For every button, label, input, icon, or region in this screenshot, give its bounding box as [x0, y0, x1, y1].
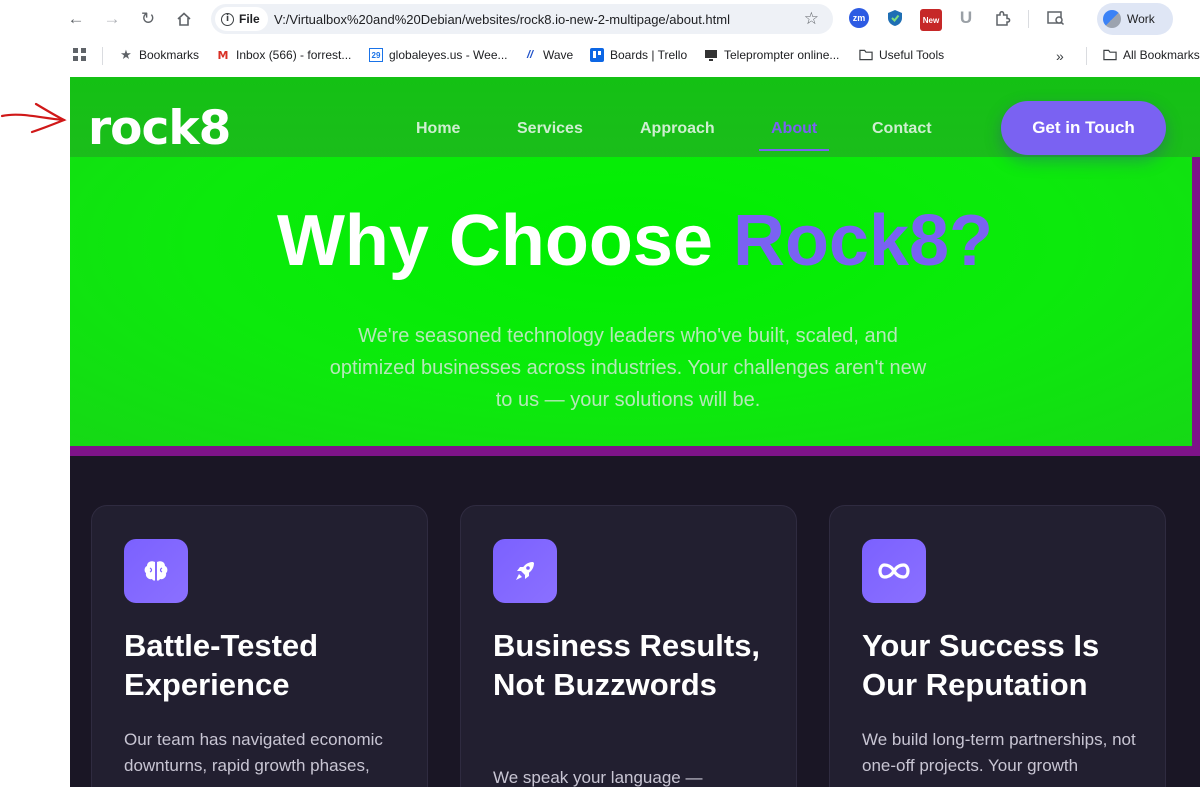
shield-extension-icon[interactable]: [885, 8, 905, 28]
bookmark-item[interactable]: // Wave: [523, 48, 573, 62]
reload-icon[interactable]: ↻: [135, 6, 161, 32]
nav-contact[interactable]: Contact: [872, 120, 932, 138]
folder-icon: [1103, 48, 1117, 62]
profile-label: Work: [1127, 12, 1155, 26]
nav-services[interactable]: Services: [517, 120, 583, 138]
hero-title: Why Choose Rock8?: [70, 205, 1200, 277]
infinity-icon: [862, 539, 926, 603]
bookmarks-divider: [1086, 47, 1087, 65]
hero-subtitle: We're seasoned technology leaders who've…: [329, 325, 927, 411]
rocket-icon: [493, 539, 557, 603]
site-chip-label: File: [239, 12, 260, 26]
profile-avatar: [1103, 10, 1121, 28]
home-icon[interactable]: [171, 6, 197, 32]
card-body: Our team has navigated economic downturn…: [124, 730, 383, 775]
site-header: rock8 Home Services Approach About Conta…: [70, 77, 1200, 157]
card-body: We build long-term partnerships, not one…: [862, 730, 1136, 775]
bookmark-label: Inbox (566) - forrest...: [236, 48, 352, 62]
tab-search-icon[interactable]: [1046, 8, 1066, 28]
nav-approach[interactable]: Approach: [640, 120, 715, 138]
all-bookmarks-button[interactable]: All Bookmarks: [1103, 48, 1200, 62]
nav-active-underline: [759, 149, 829, 151]
feature-card: Battle-Tested Experience Our team has na…: [91, 505, 428, 787]
bookmarks-divider: [102, 47, 103, 65]
bookmark-item[interactable]: 29 globaleyes.us - Wee...: [369, 48, 508, 62]
profile-button[interactable]: Work: [1097, 3, 1173, 35]
u-extension-icon[interactable]: U: [956, 8, 976, 28]
forward-icon[interactable]: →: [99, 6, 125, 32]
bookmark-item[interactable]: Useful Tools: [859, 48, 944, 62]
feature-card: Your Success Is Our Reputation We build …: [829, 505, 1166, 787]
hero-edge: [1192, 157, 1200, 447]
zoom-extension-label: zm: [852, 13, 866, 23]
bookmark-label: globaleyes.us - Wee...: [389, 48, 508, 62]
site-logo[interactable]: rock8: [88, 105, 231, 152]
zoom-extension-icon[interactable]: zm: [849, 8, 869, 28]
url-text[interactable]: V:/Virtualbox%20and%20Debian/websites/ro…: [274, 12, 730, 27]
folder-icon: [859, 48, 873, 62]
annotation-arrow-icon: [0, 102, 67, 134]
feature-card: Business Results, Not Buzzwords We speak…: [460, 505, 797, 787]
u-extension-label: U: [959, 8, 973, 27]
hero-title-accent: Rock8?: [732, 201, 994, 281]
new-extension-icon[interactable]: New: [920, 9, 942, 31]
bookmark-label: Wave: [543, 48, 574, 62]
bookmark-item[interactable]: M Inbox (566) - forrest...: [216, 48, 352, 62]
bookmark-label: Boards | Trello: [610, 48, 688, 62]
browser-toolbar: ← → ↻ i File V:/Virtualbox%20and%20Debia…: [0, 0, 1200, 38]
card-title: Business Results, Not Buzzwords: [493, 628, 761, 702]
card-title: Battle-Tested Experience: [124, 628, 319, 702]
bookmark-label: Useful Tools: [879, 48, 945, 62]
extensions-puzzle-icon[interactable]: [992, 8, 1012, 28]
webpage: rock8 Home Services Approach About Conta…: [70, 77, 1200, 787]
bookmark-item[interactable]: ★ Bookmarks: [119, 47, 200, 62]
bookmark-label: Bookmarks: [139, 48, 200, 62]
toolbar-divider: [1028, 10, 1029, 28]
bookmarks-bar: ★ Bookmarks M Inbox (566) - forrest... 2…: [0, 38, 1200, 73]
brain-icon: [124, 539, 188, 603]
all-bookmarks-label: All Bookmarks: [1123, 48, 1200, 62]
apps-grid-icon[interactable]: [73, 48, 87, 62]
wave-icon: //: [526, 49, 534, 61]
more-bookmarks-icon[interactable]: »: [1056, 48, 1064, 64]
card-title: Your Success Is Our Reputation: [862, 628, 1100, 702]
monitor-icon: [704, 48, 718, 62]
site-info-chip[interactable]: i File: [215, 7, 268, 31]
bookmark-label: Teleprompter online...: [724, 48, 840, 62]
get-in-touch-button[interactable]: Get in Touch: [1001, 101, 1166, 155]
hero-bottom-border: [70, 446, 1200, 456]
new-badge-label: New: [922, 15, 940, 25]
nav-home[interactable]: Home: [416, 120, 460, 138]
trello-icon: [590, 48, 604, 62]
calendar-icon: 29: [369, 48, 383, 62]
info-icon: i: [221, 12, 234, 26]
bookmark-item[interactable]: Teleprompter online...: [704, 48, 839, 62]
card-body: We speak your language —: [493, 768, 703, 787]
nav-about[interactable]: About: [771, 120, 817, 138]
back-icon[interactable]: ←: [63, 6, 89, 32]
hero-title-main: Why Choose: [276, 201, 733, 281]
address-bar[interactable]: i File V:/Virtualbox%20and%20Debian/webs…: [211, 4, 833, 34]
star-icon: ★: [120, 47, 132, 62]
bookmark-star-icon[interactable]: ☆: [804, 9, 819, 29]
bookmark-item[interactable]: Boards | Trello: [590, 48, 687, 62]
gmail-icon: M: [217, 48, 229, 62]
